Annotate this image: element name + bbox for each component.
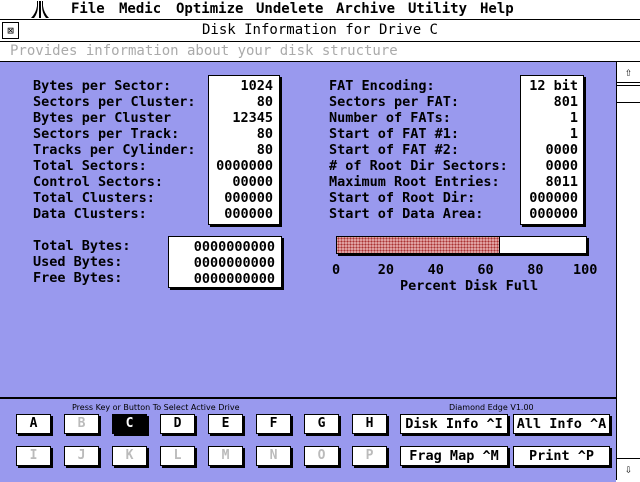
drive-button-e[interactable]: E bbox=[208, 414, 243, 434]
total-bytes-value: 0000000000 bbox=[193, 239, 275, 255]
disk-full-caption: Percent Disk Full bbox=[400, 278, 539, 294]
disk-full-bar bbox=[336, 236, 587, 254]
total-sectors-value: 0000000 bbox=[216, 158, 273, 174]
start-root-dir-value: 000000 bbox=[529, 190, 578, 206]
root-dir-sectors-label: # of Root Dir Sectors: bbox=[329, 158, 508, 174]
used-bytes-value: 0000000000 bbox=[193, 255, 275, 271]
right-values-box: 12 bit 801 1 1 0000 0000 8011 000000 000… bbox=[520, 75, 584, 225]
sectors-per-cluster-value: 80 bbox=[256, 94, 273, 110]
menu-utility[interactable]: Utility bbox=[408, 1, 467, 18]
all-info-button[interactable]: All Info ^A bbox=[513, 414, 610, 434]
total-sectors-label: Total Sectors: bbox=[33, 158, 147, 174]
drive-button-b[interactable]: B bbox=[64, 414, 99, 434]
info-line-text: Provides information about your disk str… bbox=[10, 43, 398, 59]
number-of-fats-label: Number of FATs: bbox=[329, 110, 451, 126]
sectors-per-fat-value: 801 bbox=[553, 94, 578, 110]
scroll-down-icon[interactable]: ⇩ bbox=[617, 458, 640, 479]
drive-selection-panel: Press Key or Button To Select Active Dri… bbox=[0, 397, 616, 482]
drive-button-g[interactable]: G bbox=[304, 414, 339, 434]
drive-button-a[interactable]: A bbox=[16, 414, 51, 434]
start-data-area-value: 000000 bbox=[529, 206, 578, 222]
menu-archive[interactable]: Archive bbox=[336, 1, 395, 18]
free-bytes-value: 0000000000 bbox=[193, 271, 275, 287]
menu-optimize[interactable]: Optimize bbox=[176, 1, 243, 18]
menu-help[interactable]: Help bbox=[480, 1, 514, 18]
scroll-thumb[interactable] bbox=[617, 85, 640, 103]
start-fat1-value: 1 bbox=[569, 126, 578, 142]
vertical-scrollbar[interactable]: ⇧ ⇩ bbox=[616, 62, 640, 480]
disk-info-button[interactable]: Disk Info ^I bbox=[400, 414, 508, 434]
tracks-per-cylinder-value: 80 bbox=[256, 142, 273, 158]
tick-label: 20 bbox=[377, 262, 395, 278]
used-bytes-label: Used Bytes: bbox=[33, 254, 123, 270]
sectors-per-track-value: 80 bbox=[256, 126, 273, 142]
sectors-per-cluster-label: Sectors per Cluster: bbox=[33, 94, 196, 110]
tick-label: 40 bbox=[427, 262, 444, 278]
info-line: Provides information about your disk str… bbox=[0, 42, 640, 62]
window-title-bar[interactable]: ⊠ Disk Information for Drive C bbox=[0, 20, 640, 42]
menu-undelete[interactable]: Undelete bbox=[256, 1, 323, 18]
start-fat2-label: Start of FAT #2: bbox=[329, 142, 460, 158]
bytes-per-cluster-value: 12345 bbox=[232, 110, 273, 126]
drive-button-f[interactable]: F bbox=[256, 414, 291, 434]
data-clusters-value: 000000 bbox=[224, 206, 273, 222]
bytes-values-box: 0000000000 0000000000 0000000000 bbox=[168, 236, 282, 288]
tick-label: 80 bbox=[527, 262, 544, 278]
drive-button-p[interactable]: P bbox=[352, 446, 387, 466]
menu-bar: File Medic Optimize Undelete Archive Uti… bbox=[0, 0, 640, 20]
scroll-up-icon[interactable]: ⇧ bbox=[617, 62, 640, 83]
window-title: Disk Information for Drive C bbox=[201, 22, 438, 38]
menu-file[interactable]: File bbox=[71, 1, 105, 18]
start-root-dir-label: Start of Root Dir: bbox=[329, 190, 476, 206]
atari-logo-icon[interactable] bbox=[30, 1, 50, 18]
max-root-entries-value: 8011 bbox=[545, 174, 578, 190]
total-clusters-label: Total Clusters: bbox=[33, 190, 155, 206]
bytes-per-cluster-label: Bytes per Cluster bbox=[33, 110, 172, 126]
print-button[interactable]: Print ^P bbox=[513, 446, 610, 466]
left-values-box: 1024 80 12345 80 80 0000000 00000 000000… bbox=[208, 75, 280, 225]
drive-button-i[interactable]: I bbox=[16, 446, 51, 466]
disk-full-bar-fill bbox=[337, 237, 500, 253]
tracks-per-cylinder-label: Tracks per Cylinder: bbox=[33, 142, 196, 158]
sectors-per-fat-label: Sectors per FAT: bbox=[329, 94, 460, 110]
drive-button-m[interactable]: M bbox=[208, 446, 243, 466]
number-of-fats-value: 1 bbox=[569, 110, 578, 126]
drive-button-n[interactable]: N bbox=[256, 446, 291, 466]
start-fat1-label: Start of FAT #1: bbox=[329, 126, 460, 142]
drive-button-k[interactable]: K bbox=[112, 446, 147, 466]
total-clusters-value: 000000 bbox=[224, 190, 273, 206]
drive-button-h[interactable]: H bbox=[352, 414, 387, 434]
control-sectors-value: 00000 bbox=[232, 174, 273, 190]
frag-map-button[interactable]: Frag Map ^M bbox=[400, 446, 508, 466]
total-bytes-label: Total Bytes: bbox=[33, 238, 131, 254]
control-sectors-label: Control Sectors: bbox=[33, 174, 164, 190]
fat-encoding-label: FAT Encoding: bbox=[329, 78, 435, 94]
drive-hint: Press Key or Button To Select Active Dri… bbox=[72, 403, 240, 412]
drive-button-o[interactable]: O bbox=[304, 446, 339, 466]
drive-button-c[interactable]: C bbox=[112, 414, 147, 434]
drive-button-j[interactable]: J bbox=[64, 446, 99, 466]
fat-encoding-value: 12 bit bbox=[529, 78, 578, 94]
version-label: Diamond Edge V1.00 bbox=[449, 403, 534, 412]
start-data-area-label: Start of Data Area: bbox=[329, 206, 484, 222]
start-fat2-value: 0000 bbox=[545, 142, 578, 158]
root-dir-sectors-value: 0000 bbox=[545, 158, 578, 174]
tick-label: 60 bbox=[477, 262, 494, 278]
tick-label: 0 bbox=[332, 262, 341, 278]
free-bytes-label: Free Bytes: bbox=[33, 270, 123, 286]
menu-medic[interactable]: Medic bbox=[119, 1, 161, 18]
drive-button-l[interactable]: L bbox=[160, 446, 195, 466]
bytes-per-sector-label: Bytes per Sector: bbox=[33, 78, 172, 94]
data-clusters-label: Data Clusters: bbox=[33, 206, 147, 222]
disk-info-panel: Bytes per Sector: Sectors per Cluster: B… bbox=[0, 62, 616, 397]
bytes-per-sector-value: 1024 bbox=[240, 78, 273, 94]
drive-button-d[interactable]: D bbox=[160, 414, 195, 434]
max-root-entries-label: Maximum Root Entries: bbox=[329, 174, 500, 190]
tick-label: 100 bbox=[573, 262, 598, 278]
sectors-per-track-label: Sectors per Track: bbox=[33, 126, 180, 142]
